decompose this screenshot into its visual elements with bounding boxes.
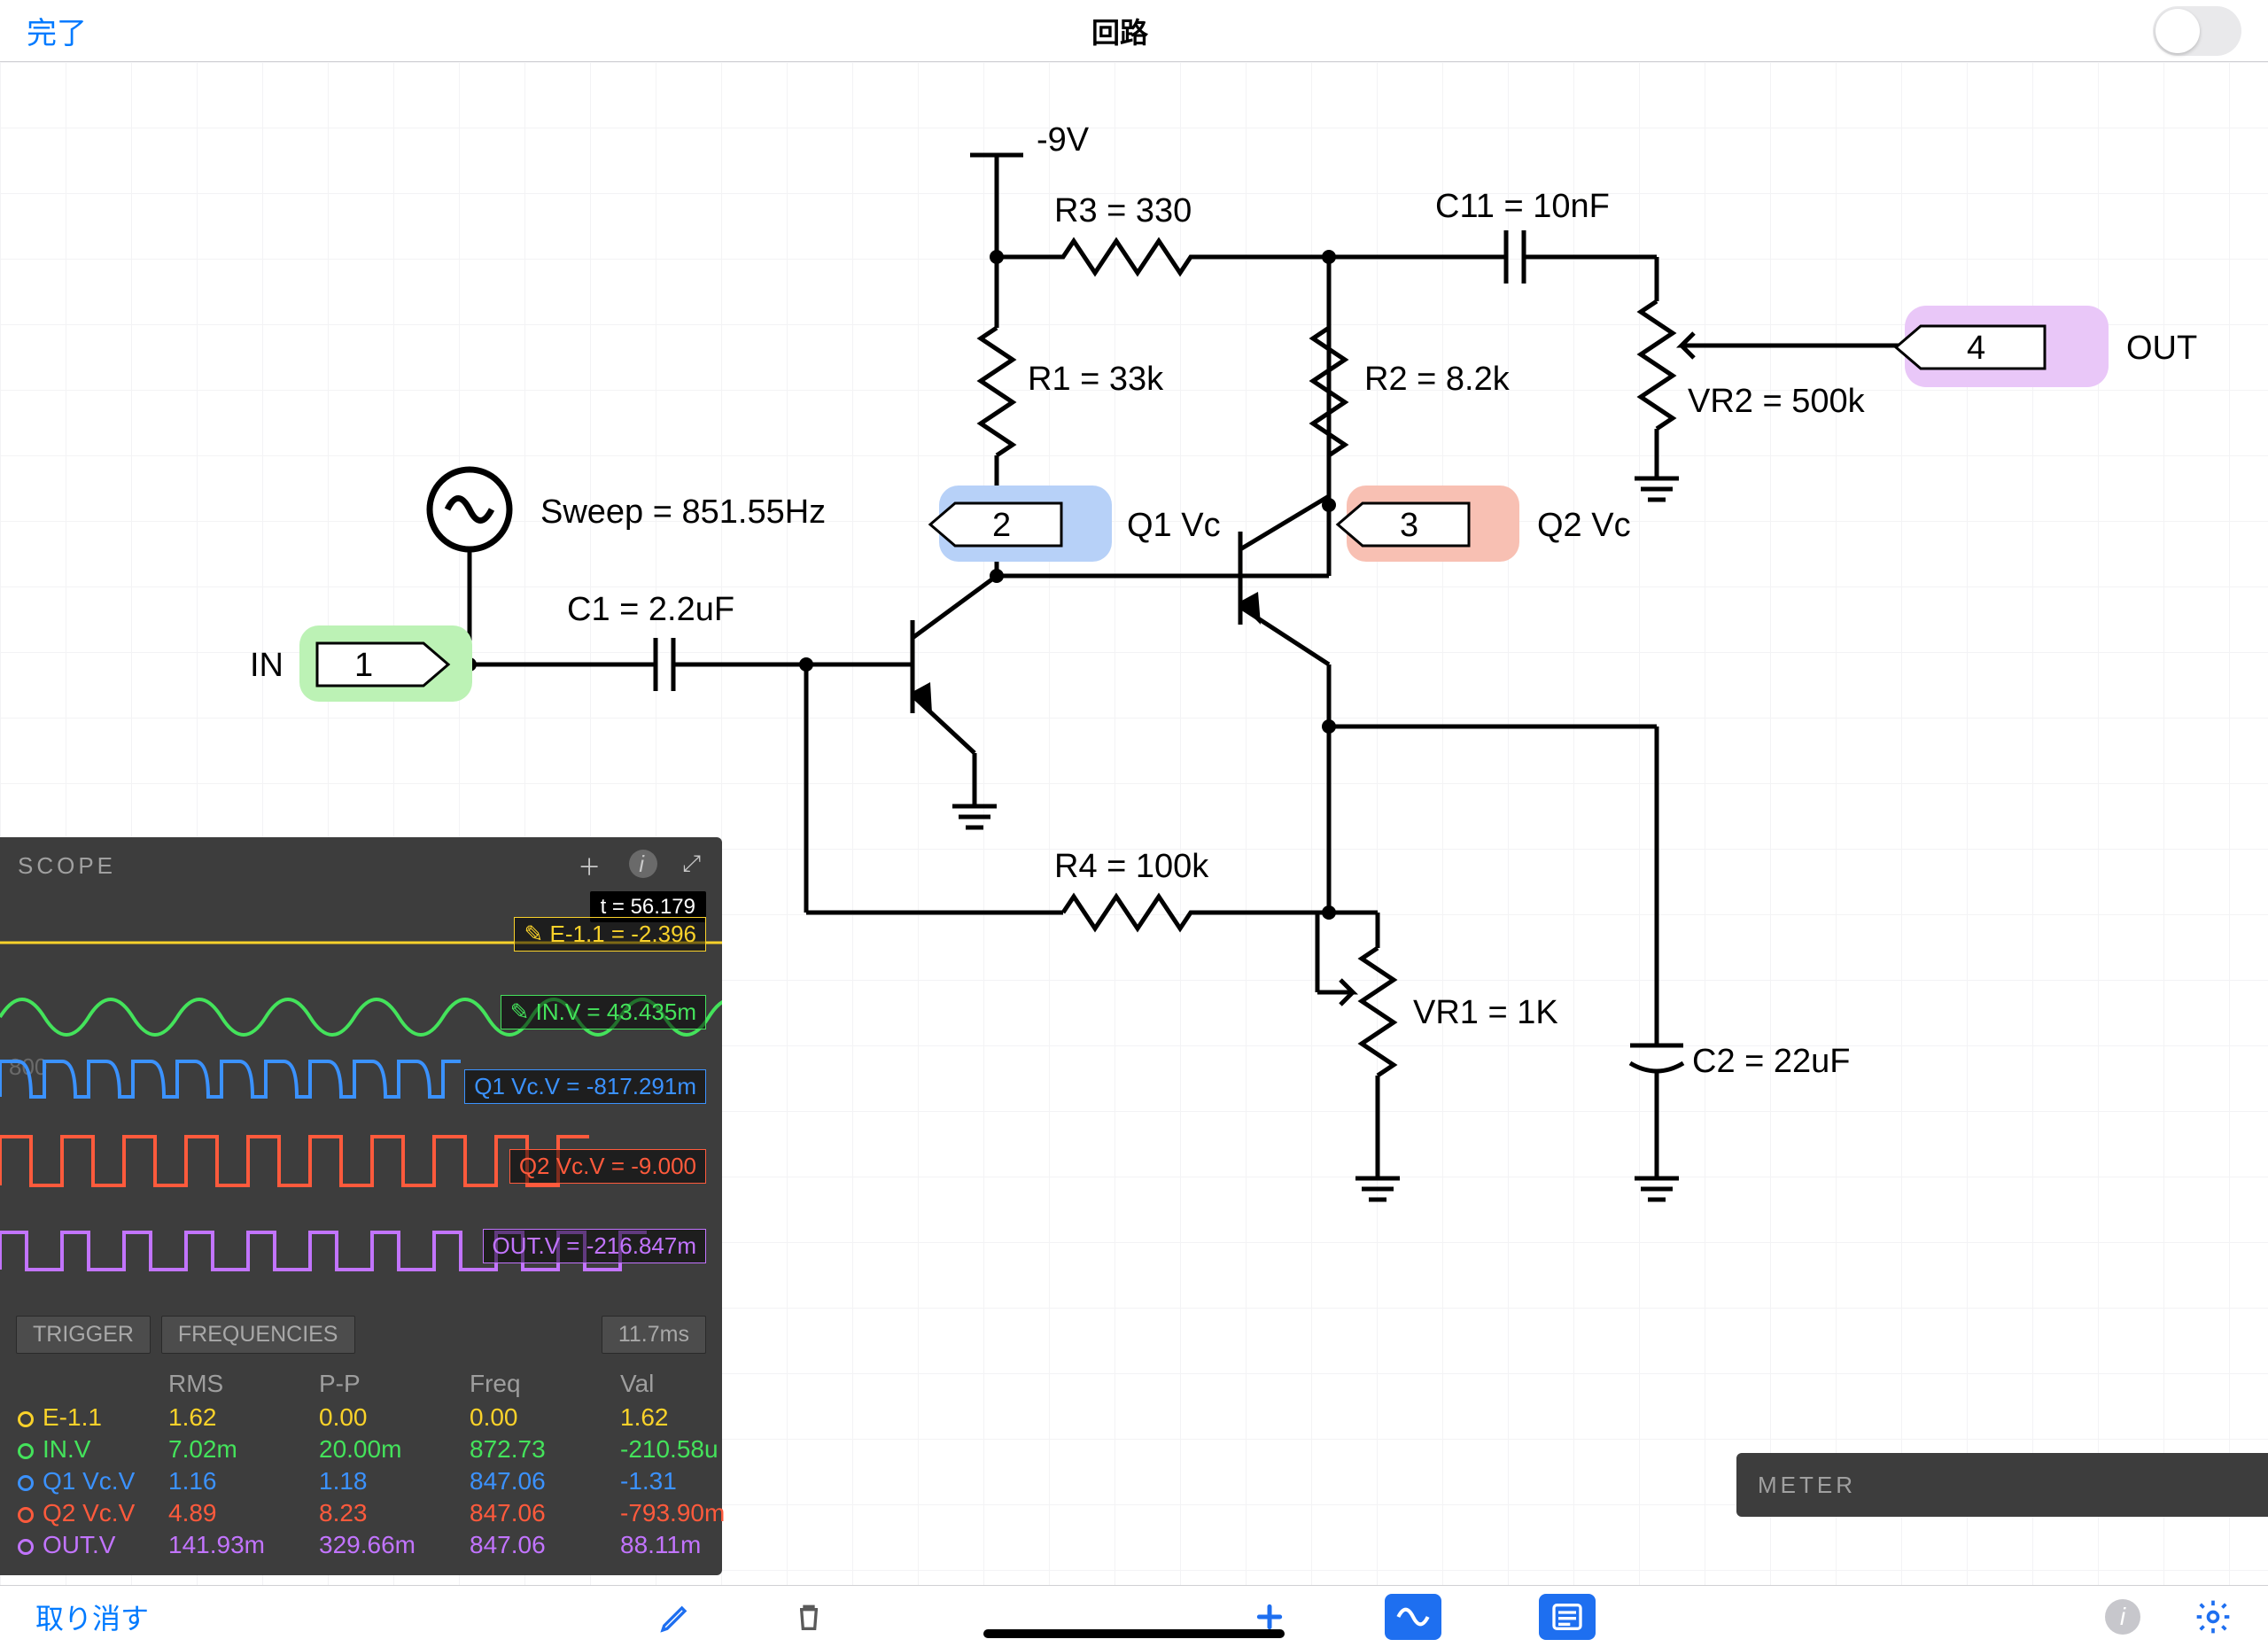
- add-icon[interactable]: ＋: [578, 850, 604, 882]
- svg-text:Q2 Vc: Q2 Vc: [1537, 507, 1631, 544]
- frequencies-button[interactable]: FREQUENCIES: [161, 1316, 355, 1354]
- trash-icon[interactable]: [791, 1599, 827, 1635]
- table-row: OUT.V141.93m329.66m847.0688.11m: [18, 1529, 704, 1561]
- svg-text:3: 3: [1400, 507, 1418, 544]
- scope-mode-icon[interactable]: [1385, 1594, 1441, 1640]
- pencil-icon[interactable]: [658, 1599, 694, 1635]
- svg-text:C1 = 2.2uF: C1 = 2.2uF: [567, 591, 734, 628]
- done-button[interactable]: 完了: [27, 9, 87, 52]
- svg-text:R1 = 33k: R1 = 33k: [1028, 361, 1164, 398]
- trace-label-q1: Q1 Vc.V = -817.291m: [464, 1069, 706, 1104]
- svg-text:OUT: OUT: [2126, 330, 2197, 367]
- trigger-button[interactable]: TRIGGER: [16, 1316, 151, 1354]
- pin-4-out[interactable]: 4 OUT: [1896, 306, 2197, 387]
- home-indicator: [983, 1629, 1285, 1638]
- meter-mode-icon[interactable]: [1539, 1594, 1596, 1640]
- resistor-r3[interactable]: R3 = 330: [997, 192, 1329, 273]
- svg-text:1: 1: [354, 647, 373, 684]
- potentiometer-vr2[interactable]: VR2 = 500k: [1635, 257, 1914, 500]
- measurements-table: RMS P-P Freq Val E-1.11.620.000.001.62IN…: [0, 1363, 722, 1575]
- undo-button[interactable]: 取り消す: [35, 1597, 149, 1637]
- svg-text:C11 = 10nF: C11 = 10nF: [1435, 188, 1610, 225]
- supply-label: -9V: [970, 121, 1090, 257]
- toggle-switch[interactable]: [2153, 6, 2241, 56]
- svg-text:VR1 = 1K: VR1 = 1K: [1413, 994, 1558, 1031]
- sweep-source[interactable]: Sweep = 851.55Hz: [430, 470, 826, 664]
- svg-text:Q1 Vc: Q1 Vc: [1127, 507, 1221, 544]
- svg-text:Sweep = 851.55Hz: Sweep = 851.55Hz: [540, 493, 826, 531]
- app-title: 回路: [1091, 11, 1148, 51]
- meter-panel[interactable]: METER: [1736, 1453, 2268, 1517]
- svg-text:C2 = 22uF: C2 = 22uF: [1692, 1043, 1851, 1080]
- svg-text:R3 = 330: R3 = 330: [1054, 192, 1192, 229]
- trace-label-out: OUT.V = -216.847m: [483, 1229, 707, 1263]
- resistor-r2[interactable]: R2 = 8.2k: [1313, 257, 1511, 455]
- settings-icon[interactable]: [2194, 1597, 2233, 1636]
- trace-label-q2: Q2 Vc.V = -9.000: [509, 1149, 706, 1184]
- trace-label-in: ✎ IN.V = 43.435m: [501, 995, 706, 1029]
- svg-text:R2 = 8.2k: R2 = 8.2k: [1364, 361, 1511, 398]
- pin-1-in[interactable]: 1 IN: [250, 625, 472, 702]
- svg-text:R4 = 100k: R4 = 100k: [1054, 848, 1209, 885]
- table-row: E-1.11.620.000.001.62: [18, 1402, 704, 1433]
- svg-text:-9V: -9V: [1037, 121, 1090, 159]
- info-icon[interactable]: i: [2105, 1599, 2140, 1635]
- svg-text:4: 4: [1967, 330, 1985, 367]
- scope-panel[interactable]: SCOPE ＋ i ⤢ t = 56.179 800 ✎ E-1.1 = -2.…: [0, 837, 722, 1575]
- info-icon[interactable]: i: [629, 850, 657, 878]
- expand-icon[interactable]: ⤢: [682, 850, 704, 882]
- trace-label-e11: ✎ E-1.1 = -2.396: [514, 917, 706, 952]
- potentiometer-vr1[interactable]: VR1 = 1K: [1317, 913, 1558, 1200]
- svg-text:VR2 = 500k: VR2 = 500k: [1688, 383, 1866, 420]
- scope-title: SCOPE: [18, 852, 116, 880]
- pin-3-q2vc[interactable]: 3 Q2 Vc: [1338, 486, 1631, 562]
- svg-text:IN: IN: [250, 647, 284, 684]
- topbar: 完了 回路: [0, 0, 2268, 62]
- timebase-button[interactable]: 11.7ms: [602, 1316, 706, 1354]
- table-row: Q1 Vc.V1.161.18847.06-1.31: [18, 1465, 704, 1497]
- table-row: IN.V7.02m20.00m872.73-210.58u: [18, 1433, 704, 1465]
- transistor-q1[interactable]: [806, 576, 997, 827]
- resistor-r4[interactable]: R4 = 100k: [1054, 848, 1329, 928]
- capacitor-c1[interactable]: C1 = 2.2uF: [470, 591, 806, 691]
- capacitor-c11[interactable]: C11 = 10nF: [1329, 188, 1657, 284]
- table-row: Q2 Vc.V4.898.23847.06-793.90m: [18, 1497, 704, 1529]
- capacitor-c2[interactable]: C2 = 22uF: [1329, 726, 1851, 1200]
